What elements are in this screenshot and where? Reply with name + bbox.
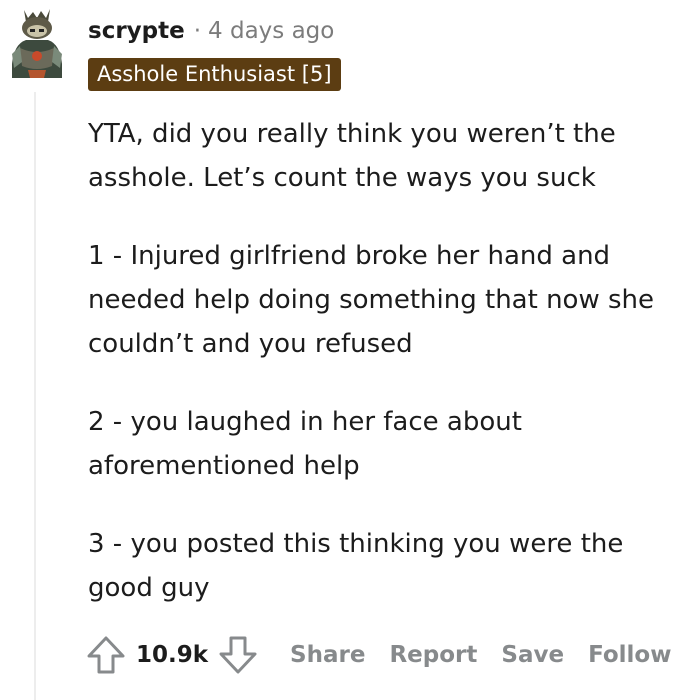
comment-actions: 10.9k Share Report Save Follow <box>84 630 671 680</box>
save-button[interactable]: Save <box>501 642 564 668</box>
timestamp[interactable]: 4 days ago <box>208 18 334 44</box>
report-button[interactable]: Report <box>389 642 477 668</box>
comment-paragraph: 3 - you posted this thinking you were th… <box>88 529 624 603</box>
comment-body: YTA, did you really think you weren’t th… <box>88 112 688 644</box>
follow-button[interactable]: Follow <box>588 642 671 668</box>
share-button[interactable]: Share <box>290 642 365 668</box>
downvote-arrow-icon[interactable] <box>216 633 260 677</box>
meta-separator: · <box>193 18 202 44</box>
username[interactable]: scrypte <box>88 18 185 44</box>
vote-score: 10.9k <box>136 642 209 668</box>
comment-paragraph: YTA, did you really think you weren’t th… <box>88 119 616 193</box>
upvote-arrow-icon[interactable] <box>84 633 128 677</box>
comment-header: scrypte · 4 days ago <box>88 14 334 48</box>
avatar-image <box>12 9 62 78</box>
comment-paragraph: 2 - you laughed in her face about aforem… <box>88 407 522 481</box>
avatar[interactable] <box>6 4 68 82</box>
user-flair: Asshole Enthusiast [5] <box>88 58 341 91</box>
thread-line[interactable] <box>34 92 36 700</box>
comment-paragraph: 1 - Injured girlfriend broke her hand an… <box>88 241 655 359</box>
